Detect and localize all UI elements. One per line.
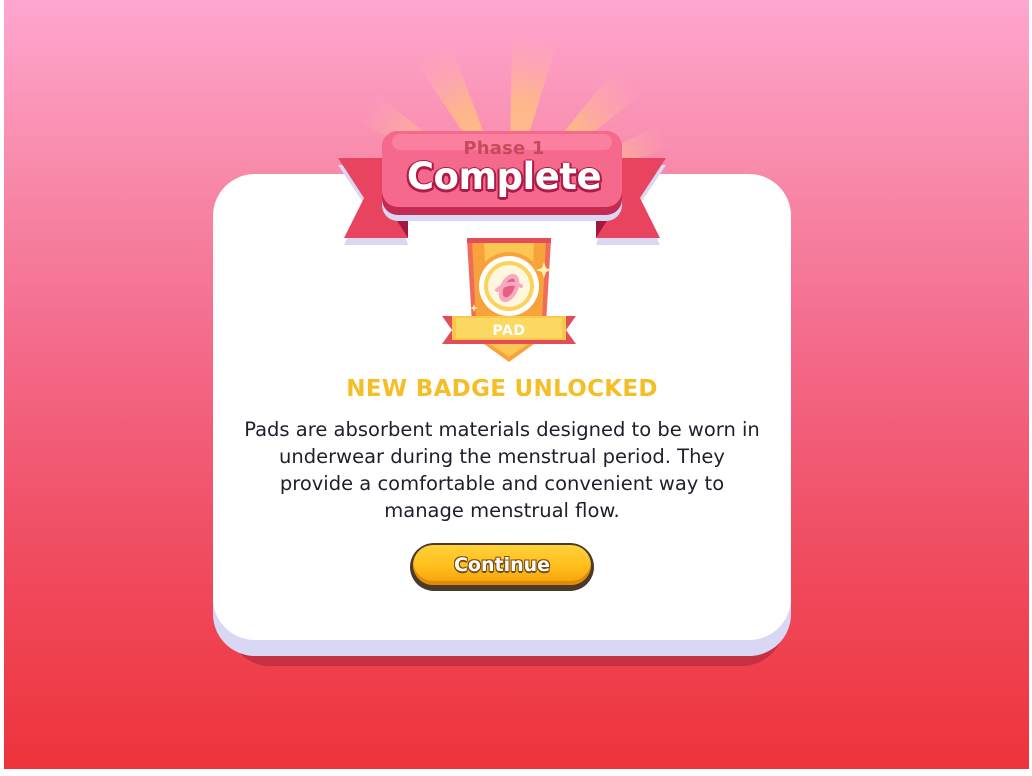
pad-badge: [442, 238, 576, 362]
continue-button[interactable]: Continue: [410, 543, 594, 591]
game-screen: Phase 1 Complete PAD NEW BADGE UNLOCKED …: [4, 0, 1029, 769]
badge-description: Pads are absorbent materials designed to…: [244, 418, 760, 522]
unlock-heading: NEW BADGE UNLOCKED: [346, 376, 658, 402]
continue-button-label[interactable]: Continue: [413, 554, 591, 576]
continue-button-face[interactable]: Continue: [413, 545, 591, 585]
complete-title: Complete: [406, 155, 602, 198]
badge-label: PAD: [492, 323, 526, 339]
